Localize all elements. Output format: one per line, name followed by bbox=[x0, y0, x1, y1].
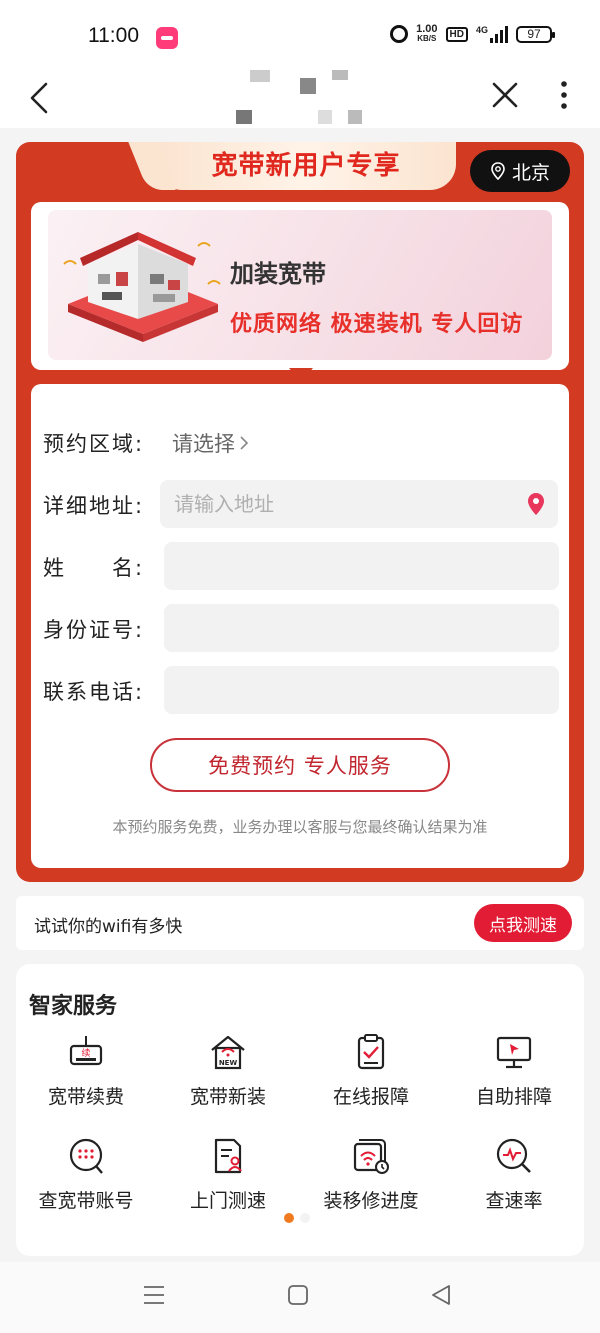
status-icons: 1.00 KB/S HD 4G 97 bbox=[390, 24, 555, 44]
speed-test-button[interactable]: 点我测速 bbox=[474, 904, 572, 942]
speed-unit: KB/S bbox=[417, 34, 437, 43]
address-row: 详细地址: bbox=[31, 480, 569, 528]
monitor-cursor-icon bbox=[496, 1036, 532, 1069]
name-label: 姓 名: bbox=[43, 556, 145, 580]
service-self-troubleshoot[interactable]: 自助排障 bbox=[444, 1032, 584, 1112]
map-pin-icon[interactable] bbox=[526, 492, 546, 516]
service-broadband-renew[interactable]: 续 宽带续费 bbox=[16, 1032, 156, 1112]
region-select[interactable]: 请选择 bbox=[172, 428, 249, 458]
smart-house-illustration-icon bbox=[63, 232, 221, 342]
address-input[interactable] bbox=[160, 480, 558, 528]
pagination-dot-active[interactable] bbox=[284, 1213, 294, 1223]
booking-disclaimer: 本预约服务免费，业务办理以客服与您最终确认结果为准 bbox=[112, 818, 488, 836]
house-new-icon: NEW bbox=[211, 1035, 245, 1070]
service-label: 宽带新装 bbox=[189, 1086, 266, 1108]
banner-title: 加装宽带 bbox=[230, 260, 326, 288]
promo-title-text: 宽带新用户专享 bbox=[211, 151, 401, 181]
wifi-test-text: 试试你的wifi有多快 bbox=[34, 917, 183, 937]
service-check-rate[interactable]: 查速率 bbox=[444, 1136, 584, 1216]
router-renew-icon: 续 bbox=[69, 1036, 103, 1066]
service-label: 宽带续费 bbox=[47, 1086, 124, 1108]
back-triangle-icon[interactable] bbox=[430, 1284, 452, 1306]
service-check-account[interactable]: 查宽带账号 bbox=[16, 1136, 156, 1216]
service-label: 查宽带账号 bbox=[38, 1190, 134, 1212]
service-label: 查速率 bbox=[485, 1190, 543, 1212]
document-person-icon bbox=[214, 1138, 242, 1174]
phone-label: 联系电话: bbox=[43, 680, 145, 704]
pagination-dot[interactable] bbox=[300, 1213, 310, 1223]
id-row: 身份证号: bbox=[31, 604, 569, 652]
id-number-input[interactable] bbox=[164, 604, 559, 652]
pagination-dots bbox=[284, 1213, 310, 1223]
banner-container: 加装宽带 优质网络 极速装机 专人回访 bbox=[31, 202, 569, 370]
phone-row: 联系电话: bbox=[31, 666, 569, 714]
banner-pointer bbox=[289, 368, 313, 382]
service-progress[interactable]: 装移修进度 bbox=[301, 1136, 441, 1216]
name-input[interactable] bbox=[164, 542, 559, 590]
smart-home-services: 智家服务 续 宽带续费 NEW 宽带新装 在线报障 自助排障 查宽带账号 上门测… bbox=[16, 964, 584, 1256]
id-label: 身份证号: bbox=[43, 618, 145, 642]
signal-icon: 4G bbox=[476, 25, 508, 43]
speed-value: 1.00 bbox=[416, 23, 438, 35]
service-label: 上门测速 bbox=[189, 1190, 266, 1212]
service-label: 在线报障 bbox=[332, 1086, 409, 1108]
chat-dots-icon bbox=[69, 1138, 103, 1174]
home-square-icon[interactable] bbox=[287, 1284, 309, 1306]
booking-form: 预约区域: 请选择 详细地址: 姓 名: 身份证号: bbox=[31, 384, 569, 868]
services-title: 智家服务 bbox=[29, 994, 118, 1019]
alarm-icon bbox=[390, 25, 409, 43]
wifi-clock-icon bbox=[353, 1139, 389, 1174]
install-broadband-banner[interactable]: 加装宽带 优质网络 极速装机 专人回访 bbox=[48, 210, 552, 360]
hd-badge: HD bbox=[445, 26, 468, 42]
free-booking-button[interactable]: 免费预约 专人服务 bbox=[150, 738, 450, 792]
banner-subtitle: 优质网络 极速装机 专人回访 bbox=[230, 312, 524, 337]
svg-text:续: 续 bbox=[81, 1047, 90, 1059]
service-label: 装移修进度 bbox=[323, 1190, 419, 1212]
more-icon[interactable] bbox=[552, 80, 576, 112]
region-select-value: 请选择 bbox=[172, 432, 235, 456]
clipboard-check-icon bbox=[357, 1034, 385, 1070]
system-nav-bar bbox=[0, 1262, 600, 1333]
service-broadband-new[interactable]: NEW 宽带新装 bbox=[158, 1032, 298, 1112]
region-label: 预约区域: bbox=[43, 432, 145, 456]
phone-input[interactable] bbox=[164, 666, 559, 714]
close-icon[interactable] bbox=[490, 80, 520, 110]
svg-text:NEW: NEW bbox=[219, 1059, 238, 1067]
address-label: 详细地址: bbox=[43, 494, 145, 518]
location-button[interactable]: 北京 bbox=[470, 150, 570, 192]
search-pulse-icon bbox=[496, 1138, 531, 1173]
service-home-speed-test[interactable]: 上门测速 bbox=[158, 1136, 298, 1216]
promo-tab-title: 宽带新用户专享 bbox=[156, 142, 456, 190]
chevron-right-icon bbox=[240, 436, 249, 450]
app-notification-icon bbox=[156, 27, 178, 49]
name-row: 姓 名: bbox=[31, 542, 569, 590]
service-label: 自助排障 bbox=[475, 1086, 552, 1108]
region-row: 预约区域: 请选择 bbox=[31, 418, 569, 466]
network-speed: 1.00 KB/S bbox=[416, 24, 437, 44]
location-pin-icon bbox=[491, 162, 505, 180]
network-type: 4G bbox=[475, 25, 488, 35]
battery-icon: 97 bbox=[516, 25, 555, 43]
status-bar: 11:00 1.00 KB/S HD 4G 97 bbox=[0, 0, 600, 70]
menu-icon[interactable] bbox=[143, 1284, 165, 1306]
service-online-report[interactable]: 在线报障 bbox=[301, 1032, 441, 1112]
wifi-speed-test-strip: 试试你的wifi有多快 点我测速 bbox=[16, 896, 584, 950]
location-label: 北京 bbox=[511, 161, 550, 184]
broadband-promo-card: 宽带新用户专享 北京 加装宽带 优质网络 极速装机 专人回访 预约区域: 请选择… bbox=[16, 142, 584, 882]
status-time: 11:00 bbox=[88, 24, 139, 47]
nav-bar bbox=[0, 70, 600, 128]
